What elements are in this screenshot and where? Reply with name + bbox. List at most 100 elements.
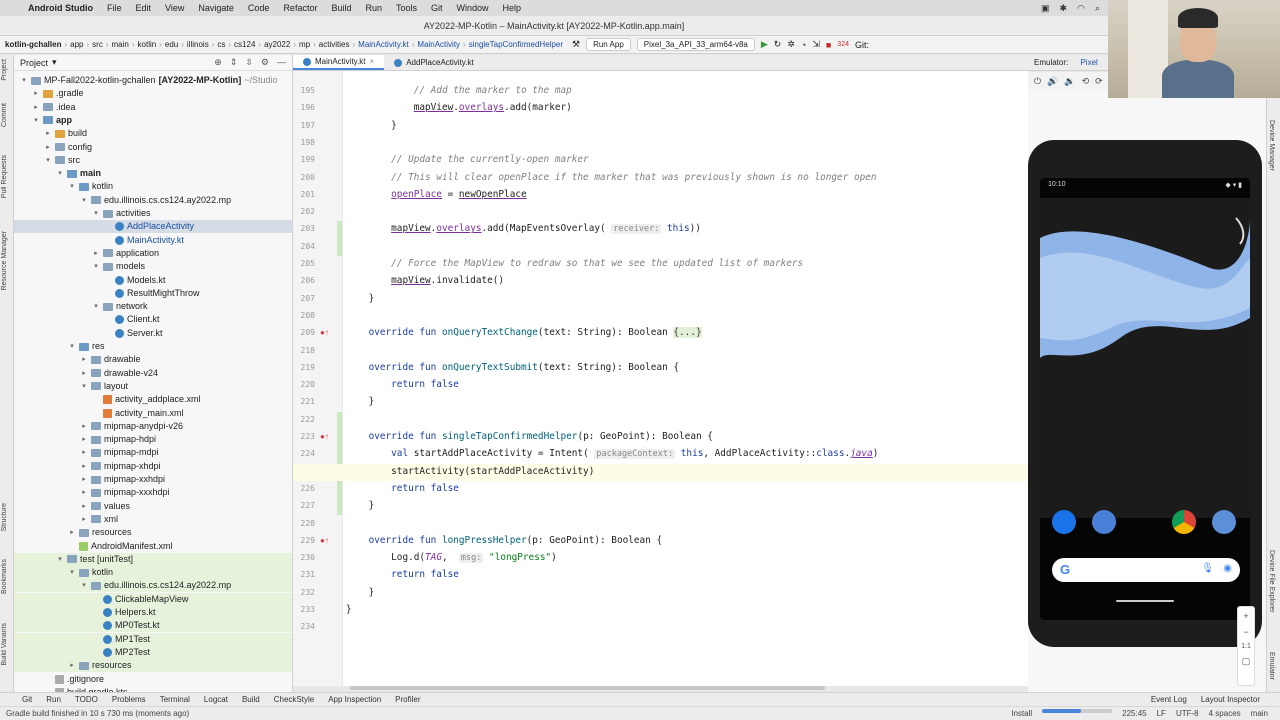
tool-app-inspection[interactable]: App Inspection	[328, 695, 381, 704]
chevron-down-icon[interactable]: ▾	[68, 180, 76, 193]
menubar-app-icon[interactable]: ▣	[1041, 3, 1050, 14]
debug-icon[interactable]: ✲	[787, 39, 795, 50]
line-number[interactable]: 219	[293, 363, 315, 372]
chevron-right-icon[interactable]: ▸	[68, 526, 76, 539]
tree-item[interactable]: ▾ res	[14, 340, 292, 353]
tree-item[interactable]: ▸ mipmap-mdpi	[14, 446, 292, 459]
zoom-actual-size[interactable]: 1:1	[1238, 643, 1254, 650]
code-line[interactable]: }	[346, 587, 375, 598]
profile-icon[interactable]: ◔	[801, 40, 806, 50]
tree-item[interactable]: ▾ network	[14, 300, 292, 313]
tree-item[interactable]: ▾ src	[14, 154, 292, 167]
menu-edit[interactable]: Edit	[136, 3, 152, 13]
zoom-in-icon[interactable]: +	[1238, 611, 1254, 621]
line-number[interactable]: 234	[293, 622, 315, 631]
chevron-right-icon[interactable]: ▸	[32, 101, 40, 114]
menu-tools[interactable]: Tools	[396, 3, 417, 13]
line-number[interactable]: 203	[293, 224, 315, 233]
line-number[interactable]: 204	[293, 242, 315, 251]
horizontal-scrollbar[interactable]	[350, 686, 825, 690]
rotate-right-icon[interactable]: ⟳	[1095, 76, 1103, 87]
home-gesture-bar[interactable]	[1116, 600, 1174, 602]
hammer-icon[interactable]: ⚒	[572, 39, 580, 50]
tree-item[interactable]: AndroidManifest.xml	[14, 540, 292, 553]
breadcrumb-class[interactable]: MainActivity	[414, 40, 463, 49]
chevron-right-icon[interactable]: ▸	[80, 473, 88, 486]
chevron-down-icon[interactable]: ▾	[68, 340, 76, 353]
code-line[interactable]: startActivity(startAddPlaceActivity)	[346, 466, 594, 477]
chevron-right-icon[interactable]: ▸	[44, 141, 52, 154]
chevron-down-icon[interactable]: ▾	[80, 194, 88, 207]
line-number[interactable]: 220	[293, 380, 315, 389]
line-number[interactable]: 223	[293, 432, 315, 441]
breadcrumb-activities[interactable]: activities	[316, 40, 353, 49]
chevron-down-icon[interactable]: ▾	[80, 380, 88, 393]
chevron-down-icon[interactable]: ▾	[56, 167, 64, 180]
tree-item[interactable]: MP0Test.kt	[14, 619, 292, 633]
editor-gutter[interactable]: 195 196 197 198 199 200 201 202 203 204 205 206 207 2…	[293, 71, 343, 686]
chevron-right-icon[interactable]: ▸	[80, 513, 88, 526]
code-line[interactable]: mapView.overlays.add(marker)	[346, 102, 572, 113]
tree-item[interactable]: .gitignore	[14, 673, 292, 686]
power-icon[interactable]: ⏻	[1034, 76, 1041, 87]
mic-icon[interactable]: 🎙	[1201, 563, 1214, 574]
menu-file[interactable]: File	[107, 3, 122, 13]
tree-item[interactable]: ▸ mipmap-xxxhdpi	[14, 486, 292, 499]
tool-tab-emulator[interactable]: Emulator	[1268, 652, 1275, 680]
code-line[interactable]: // This will clear openPlace if the mark…	[346, 172, 876, 183]
tool-layout-inspector[interactable]: Layout Inspector	[1201, 695, 1260, 704]
code-line[interactable]: }	[346, 604, 352, 615]
run-icon[interactable]: ▶	[761, 39, 768, 50]
line-number[interactable]: 228	[293, 519, 315, 528]
tree-item[interactable]: ▸ drawable-v24	[14, 367, 292, 380]
tab-addplaceactivity[interactable]: AddPlaceActivity.kt	[384, 55, 483, 70]
line-number[interactable]: 199	[293, 155, 315, 164]
line-separator[interactable]: LF	[1157, 709, 1166, 718]
chevron-down-icon[interactable]: ▾	[52, 57, 57, 68]
chevron-down-icon[interactable]: ▾	[92, 207, 100, 220]
code-line[interactable]: override fun onQueryTextSubmit(text: Str…	[346, 362, 679, 373]
tree-item[interactable]: ▾ MP-Fall2022-kotlin-gchallen [AY2022-MP-K…	[14, 74, 292, 87]
code-line[interactable]: }	[346, 293, 375, 304]
tree-item[interactable]: ▸ config	[14, 141, 292, 154]
line-number[interactable]: 202	[293, 207, 315, 216]
line-number[interactable]: 209	[293, 328, 315, 337]
code-line[interactable]: override fun onQueryTextChange(text: Str…	[346, 327, 702, 339]
tool-tab-pull-requests[interactable]: Pull Requests	[1, 155, 8, 198]
emulator-device-tab[interactable]: Pixel	[1080, 58, 1097, 67]
breadcrumb-illinois[interactable]: illinois	[184, 40, 212, 49]
chevron-right-icon[interactable]: ▸	[80, 353, 88, 366]
tool-tab-commit[interactable]: Commit	[1, 103, 8, 127]
line-number[interactable]: 231	[293, 570, 315, 579]
line-number[interactable]: 233	[293, 605, 315, 614]
menu-code[interactable]: Code	[248, 3, 270, 13]
breadcrumb-cs[interactable]: cs	[214, 40, 228, 49]
tree-item[interactable]: ▸ mipmap-xhdpi	[14, 460, 292, 473]
menu-navigate[interactable]: Navigate	[198, 3, 234, 13]
chevron-down-icon[interactable]: ▾	[92, 300, 100, 313]
tree-item[interactable]: ClickableMapView	[14, 592, 292, 606]
chevron-right-icon[interactable]: ▸	[68, 659, 76, 672]
line-number[interactable]: 229	[293, 536, 315, 545]
google-search-bar[interactable]: G 🎙 ◉	[1052, 558, 1240, 582]
tool-profiler[interactable]: Profiler	[395, 695, 420, 704]
tree-item[interactable]: Models.kt	[14, 274, 292, 287]
tool-tab-build-variants[interactable]: Build Variants	[1, 623, 8, 666]
breadcrumb-ay2022[interactable]: ay2022	[261, 40, 293, 49]
menu-build[interactable]: Build	[331, 3, 351, 13]
chrome-app-icon[interactable]	[1172, 510, 1196, 534]
volume-up-icon[interactable]: 🔊	[1047, 76, 1058, 87]
collapse-all-icon[interactable]: ⇳	[245, 57, 253, 68]
tree-item[interactable]: Helpers.kt	[14, 606, 292, 619]
code-line[interactable]: override fun longPressHelper(p: GeoPoint…	[346, 535, 663, 546]
line-number[interactable]: 198	[293, 138, 315, 147]
tree-item[interactable]: ▾ models	[14, 260, 292, 273]
tree-item[interactable]: ▾ main	[14, 167, 292, 180]
tool-run[interactable]: Run	[46, 695, 61, 704]
code-line[interactable]: // Update the currently-open marker	[346, 154, 589, 165]
tree-item[interactable]: activity_addplace.xml	[14, 393, 292, 406]
zoom-fit-icon[interactable]: ▢	[1238, 656, 1254, 667]
chevron-right-icon[interactable]: ▸	[44, 127, 52, 140]
volume-down-icon[interactable]: 🔉	[1064, 76, 1075, 87]
run-config-select[interactable]: Run App	[586, 38, 631, 51]
